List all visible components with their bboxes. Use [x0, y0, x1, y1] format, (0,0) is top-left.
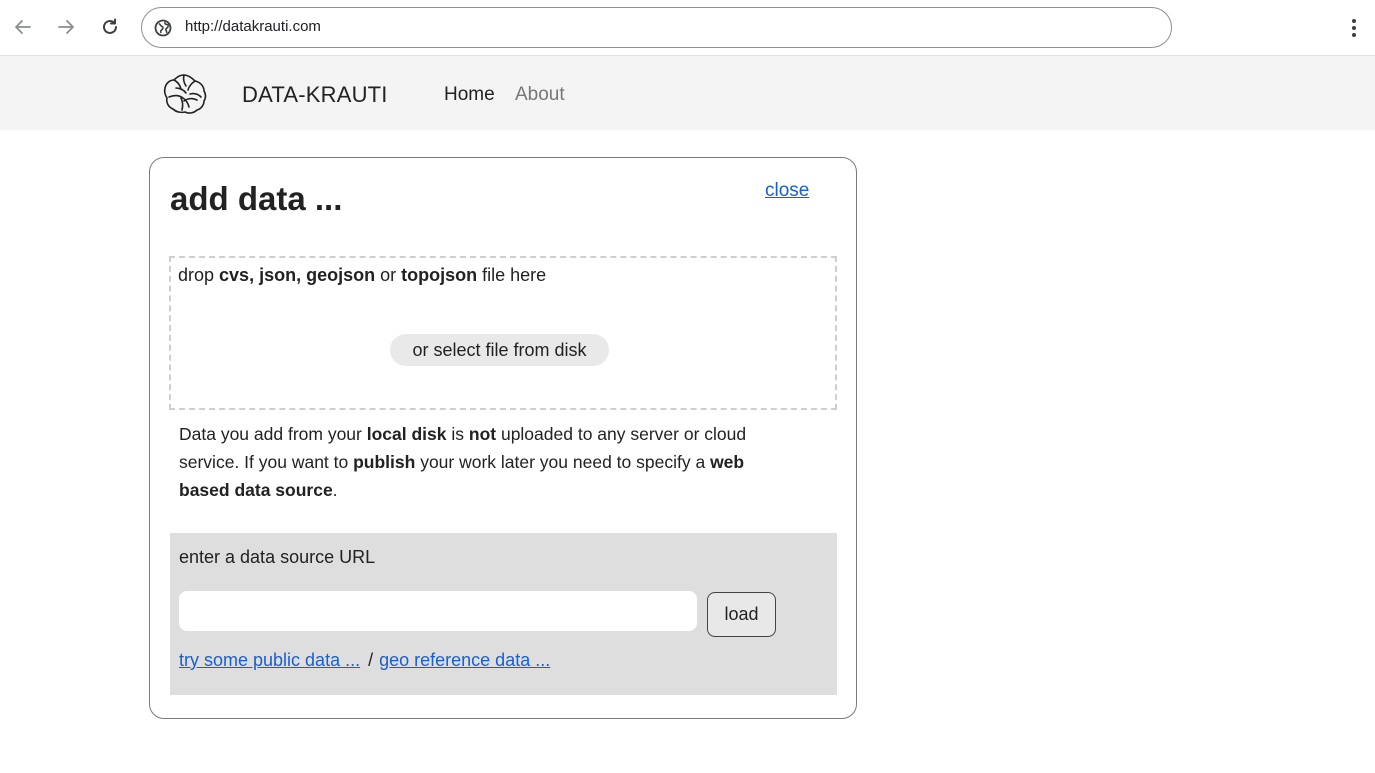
dropzone-instructions: drop cvs, json, geojson or topojson file…: [178, 265, 547, 285]
forward-button[interactable]: [53, 14, 79, 40]
load-button[interactable]: load: [707, 592, 776, 637]
panel-title: add data ...: [170, 180, 343, 217]
cabbage-logo-icon[interactable]: [160, 71, 208, 117]
geo-reference-data-link[interactable]: geo reference data ...: [379, 650, 550, 670]
browser-menu-button[interactable]: [1343, 15, 1365, 41]
back-button[interactable]: [10, 14, 36, 40]
globe-icon[interactable]: [154, 19, 172, 37]
url-text[interactable]: http://datakrauti.com: [185, 18, 321, 35]
brand-name[interactable]: DATA-KRAUTI: [242, 82, 388, 108]
arrow-left-icon: [15, 20, 31, 34]
data-source-url-section: enter a data source URL load try some pu…: [170, 533, 837, 695]
file-dropzone[interactable]: drop cvs, json, geojson or topojson file…: [169, 256, 837, 410]
url-section-label: enter a data source URL: [179, 547, 376, 567]
nav-link-home[interactable]: Home: [444, 84, 495, 106]
public-data-link[interactable]: try some public data ...: [179, 650, 360, 670]
close-link[interactable]: close: [765, 180, 809, 202]
local-data-notice: Data you add from your local disk is not…: [179, 424, 747, 500]
kebab-menu-icon: [1352, 19, 1356, 37]
reload-icon: [103, 18, 117, 34]
select-file-button[interactable]: or select file from disk: [390, 334, 609, 366]
reload-button[interactable]: [97, 14, 123, 40]
site-navbar: DATA-KRAUTI Home About: [0, 56, 1375, 130]
browser-toolbar: http://datakrauti.com: [0, 0, 1375, 56]
link-separator: /: [368, 650, 374, 670]
address-bar[interactable]: http://datakrauti.com: [141, 7, 1172, 48]
data-links-row: try some public data ... / geo reference d…: [179, 650, 550, 671]
arrow-right-icon: [58, 20, 74, 34]
data-source-url-input[interactable]: [179, 591, 697, 631]
add-data-panel: add data ... close drop cvs, json, geojs…: [149, 157, 857, 719]
nav-link-about[interactable]: About: [515, 84, 565, 106]
